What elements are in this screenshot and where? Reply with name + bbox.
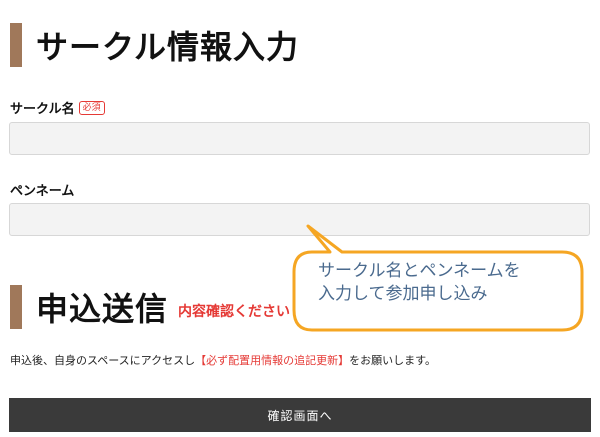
submission-notice: 申込後、自身のスペースにアクセスし【必ず配置用情報の追記更新】をお願いします。	[10, 352, 436, 368]
required-badge: 必須	[78, 100, 105, 115]
page-title: サークル情報入力	[36, 28, 300, 66]
pen-name-label-row: ペンネーム	[10, 180, 74, 199]
section-note: 内容確認ください	[178, 304, 291, 320]
circle-name-label-row: サークル名 必須	[10, 98, 105, 117]
section-title-submit: 申込送信	[36, 290, 169, 328]
circle-name-label: サークル名	[10, 102, 75, 117]
callout-text: サークル名とペンネームを 入力して参加申し込み	[318, 260, 578, 306]
callout-line-1: サークル名とペンネームを	[318, 261, 521, 281]
notice-prefix: 申込後、自身のスペースにアクセスし	[10, 354, 196, 367]
confirm-screen-button[interactable]: 確認画面へ	[9, 398, 591, 432]
section-header-circle-info: サークル情報入力	[10, 22, 299, 68]
pen-name-label: ペンネーム	[10, 184, 75, 199]
callout-line-2: 入力して参加申し込み	[318, 284, 488, 304]
section-accent-bar	[10, 285, 22, 329]
notice-suffix: をお願いします。	[349, 354, 437, 367]
section-accent-bar	[10, 23, 22, 67]
circle-name-input[interactable]	[9, 122, 590, 155]
notice-highlight: 【必ず配置用情報の追記更新】	[195, 354, 350, 367]
section-header-submit: 申込送信 内容確認ください	[10, 284, 290, 330]
instruction-callout: サークル名とペンネームを 入力して参加申し込み	[290, 222, 586, 334]
